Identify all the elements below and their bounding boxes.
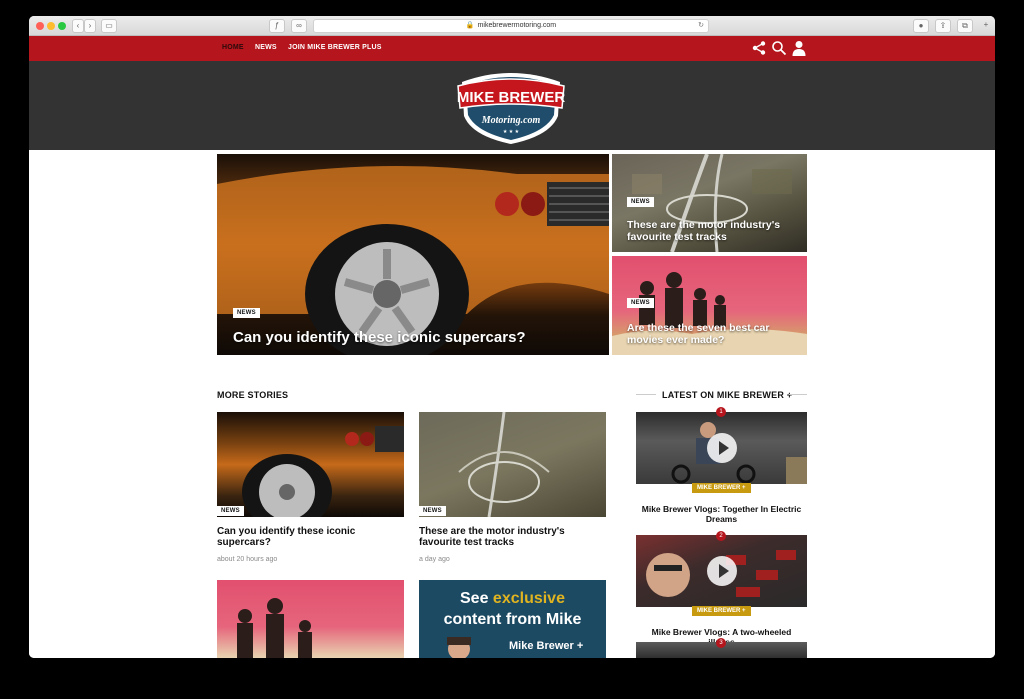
promo-line2: content from Mike <box>443 611 582 628</box>
story-card-image[interactable] <box>217 580 404 658</box>
nav-news[interactable]: NEWS <box>255 44 277 51</box>
latest-heading: LATEST ON MIKE BREWER + <box>662 390 793 400</box>
rank-badge: 3 <box>716 638 726 648</box>
title-line: Mike Brewer Vlogs: A two-wheeled <box>651 627 792 637</box>
forward-icon[interactable]: › <box>84 19 96 33</box>
play-icon[interactable] <box>707 556 737 586</box>
vlog-title[interactable]: Mike Brewer Vlogs: Together In Electric … <box>629 504 814 524</box>
main-content: NEWS Can you identify these iconic super… <box>29 150 995 658</box>
share-icon[interactable]: ⇪ <box>935 19 951 33</box>
story-title[interactable]: Can you identify these iconic supercars? <box>217 526 407 548</box>
tabs-icon[interactable]: ⧉ <box>957 19 973 33</box>
address-bar[interactable]: 🔒 mikebrewermotoring.com ↻ <box>313 19 709 33</box>
browser-window: ‹ › ▭ ƒ ∞ 🔒 mikebrewermotoring.com ↻ ● ⇪ … <box>29 16 995 658</box>
test-track-image <box>458 412 550 517</box>
supercar-image <box>217 166 609 355</box>
title-line: movies ever made? <box>627 334 725 346</box>
hero-side-top-card[interactable]: NEWS These are the motor industry's favo… <box>612 154 807 252</box>
tag-news[interactable]: NEWS <box>217 506 244 516</box>
tag-news[interactable]: NEWS <box>627 298 654 308</box>
story-time: a day ago <box>419 556 450 563</box>
more-stories-heading: MORE STORIES <box>217 390 289 400</box>
title-line: supercars? <box>217 537 271 548</box>
logo-stars: ★ ★ ★ <box>503 129 520 135</box>
new-tab-icon[interactable]: + <box>979 19 993 33</box>
reader-icon[interactable]: ƒ <box>269 19 285 33</box>
hero-side-bottom-card[interactable]: NEWS Are these the seven best car movies… <box>612 256 807 355</box>
hero-side-bottom-title[interactable]: Are these the seven best car movies ever… <box>627 322 769 346</box>
top-nav: HOME NEWS JOIN MIKE BREWER PLUS <box>29 36 995 61</box>
heading-divider <box>636 394 656 395</box>
title-line: These are the motor industry's <box>627 219 781 231</box>
plus-promo-card[interactable]: See exclusive content from Mike Mike Bre… <box>419 580 606 658</box>
title-line: Mike Brewer Vlogs: Together In Electric <box>641 504 802 514</box>
vlog-thumbnail[interactable] <box>636 412 807 484</box>
plus-badge[interactable]: MIKE BREWER + <box>692 606 751 616</box>
zoom-window-button[interactable] <box>58 22 66 30</box>
title-line: favourite test tracks <box>627 231 727 243</box>
back-icon[interactable]: ‹ <box>72 19 84 33</box>
search-icon[interactable] <box>771 40 787 56</box>
plus-badge[interactable]: MIKE BREWER + <box>692 483 751 493</box>
sidebar-icon[interactable]: ▭ <box>101 19 117 33</box>
user-icon[interactable] <box>791 40 807 56</box>
reload-icon[interactable]: ↻ <box>698 20 704 32</box>
title-line: These are the motor industry's <box>419 526 565 537</box>
promo-line1: See exclusive <box>419 590 606 608</box>
promo-text: See <box>460 590 493 607</box>
close-window-button[interactable] <box>36 22 44 30</box>
play-icon[interactable] <box>707 433 737 463</box>
download-icon[interactable]: ● <box>913 19 929 33</box>
share-icon[interactable] <box>751 40 767 56</box>
browser-toolbar: ‹ › ▭ ƒ ∞ 🔒 mikebrewermotoring.com ↻ ● ⇪ … <box>29 16 995 36</box>
story-card-image[interactable]: NEWS <box>419 412 606 517</box>
movie-poster-image <box>237 598 312 658</box>
extension-icon[interactable]: ∞ <box>291 19 307 33</box>
title-line: Dreams <box>705 514 738 524</box>
presenter-avatar <box>447 637 471 658</box>
supercar-image <box>242 426 404 517</box>
hero-main-card[interactable]: NEWS Can you identify these iconic super… <box>217 154 609 355</box>
hero-side-top-title[interactable]: These are the motor industry's favourite… <box>627 219 780 243</box>
hero-main-title[interactable]: Can you identify these iconic supercars? <box>233 329 526 346</box>
rank-badge: 2 <box>716 531 726 541</box>
logo-line2: Motoring.com <box>481 115 541 126</box>
story-title[interactable]: These are the motor industry's favourite… <box>419 526 609 548</box>
lock-icon: 🔒 <box>465 22 475 29</box>
tag-news[interactable]: NEWS <box>419 506 446 516</box>
site-logo[interactable]: MIKE BREWER Motoring.com ★ ★ ★ <box>454 68 568 145</box>
nav-home[interactable]: HOME <box>222 44 244 51</box>
promo-highlight: exclusive <box>492 590 565 607</box>
story-card-image[interactable]: NEWS <box>217 412 404 517</box>
rank-badge: 1 <box>716 407 726 417</box>
url-text: mikebrewermotoring.com <box>477 22 557 29</box>
minimize-window-button[interactable] <box>47 22 55 30</box>
title-line: favourite test tracks <box>419 537 515 548</box>
nav-join-plus[interactable]: JOIN MIKE BREWER PLUS <box>288 44 382 51</box>
story-time: about 20 hours ago <box>217 556 278 563</box>
heading-divider <box>789 394 807 395</box>
tag-news[interactable]: NEWS <box>627 197 654 207</box>
vlog-thumbnail[interactable] <box>636 535 807 607</box>
tag-news[interactable]: NEWS <box>233 308 260 318</box>
masthead: MIKE BREWER Motoring.com ★ ★ ★ <box>29 61 995 150</box>
logo-line1: MIKE BREWER <box>457 89 566 106</box>
promo-badge: Mike Brewer + <box>509 640 584 652</box>
title-line: Can you identify these iconic <box>217 526 356 537</box>
title-line: Are these the seven best car <box>627 322 770 334</box>
